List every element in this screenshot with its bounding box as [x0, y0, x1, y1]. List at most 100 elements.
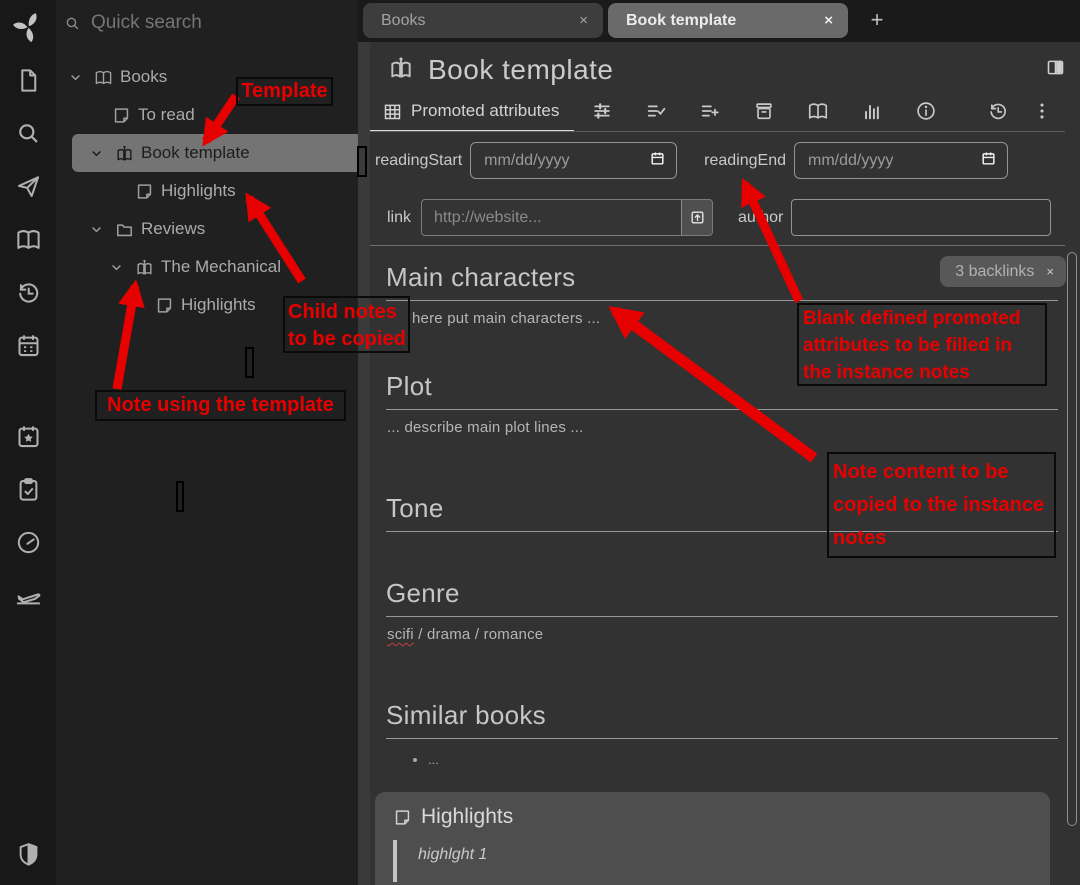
- tree-item-book-template[interactable]: Book template: [72, 134, 362, 172]
- author-text-field[interactable]: [791, 199, 1051, 236]
- url-placeholder: http://website...: [422, 200, 681, 235]
- similar-books-list[interactable]: ...: [386, 751, 1064, 769]
- note-map-icon[interactable]: [0, 213, 56, 266]
- section-heading-tone[interactable]: Tone: [386, 493, 1058, 532]
- chevron-down-icon[interactable]: [85, 222, 107, 237]
- calendar-picker-icon[interactable]: [649, 150, 666, 172]
- note-title[interactable]: Book template: [428, 54, 1031, 86]
- note-header: Book template: [370, 42, 1080, 88]
- calendar-icon[interactable]: [0, 319, 56, 372]
- section-heading-similar-books[interactable]: Similar books: [386, 700, 1058, 739]
- tab-label: Books: [381, 12, 576, 30]
- trilium-logo: [0, 0, 56, 54]
- ribbon-tab-label: Promoted attributes: [411, 101, 559, 121]
- folder-icon: [111, 220, 137, 239]
- template-icon: [131, 258, 157, 277]
- tree-item-label: Highlights: [161, 181, 236, 201]
- tree-item-books[interactable]: Books: [56, 58, 358, 96]
- list-item[interactable]: ...: [428, 751, 1064, 769]
- tab-books[interactable]: Books ×: [363, 3, 603, 38]
- tasks-clipboard-icon[interactable]: [0, 463, 56, 516]
- close-icon[interactable]: ×: [821, 12, 836, 29]
- tree-item-highlights-2[interactable]: Highlights: [56, 286, 358, 324]
- scrollbar-thumb[interactable]: [1067, 252, 1077, 826]
- tree-item-the-mechanical[interactable]: The Mechanical *: [56, 248, 358, 286]
- recent-changes-icon[interactable]: [0, 266, 56, 319]
- new-note-icon[interactable]: [0, 54, 56, 107]
- template-icon: [388, 55, 414, 86]
- tree-item-highlights[interactable]: Highlights: [56, 172, 358, 210]
- tab-label: Book template: [626, 12, 821, 30]
- section-body-genre[interactable]: scifi / drama / romance: [387, 626, 1064, 643]
- tab-bar: Books × Book template × +: [358, 0, 1080, 42]
- blockquote[interactable]: highlght 1: [393, 840, 1032, 882]
- sliders-icon[interactable]: [591, 100, 613, 122]
- search-icon[interactable]: [0, 107, 56, 160]
- backlinks-label: 3 backlinks: [955, 263, 1034, 281]
- quick-search-icon: [64, 15, 81, 32]
- info-icon[interactable]: [915, 100, 937, 122]
- attr-label-link: link: [387, 209, 411, 227]
- note-icon: [108, 106, 134, 125]
- quick-search[interactable]: [56, 0, 358, 46]
- split-pane-icon[interactable]: [1045, 57, 1066, 83]
- protected-session-shield-icon[interactable]: [0, 828, 56, 881]
- close-icon[interactable]: ×: [576, 12, 591, 29]
- ribbon-tab-promoted-attributes[interactable]: Promoted attributes: [382, 101, 559, 122]
- trilium-app-window: Books To read Book template Highlights R…: [0, 0, 1080, 885]
- date-placeholder: mm/dd/yyyy: [484, 152, 569, 170]
- list-check-icon[interactable]: [645, 100, 667, 122]
- dashboard-icon[interactable]: [0, 516, 56, 569]
- link-url-field[interactable]: http://website...: [421, 199, 713, 236]
- tree-item-reviews[interactable]: Reviews: [56, 210, 358, 248]
- reading-end-date-field[interactable]: mm/dd/yyyy: [794, 142, 1008, 179]
- tree-item-to-read[interactable]: To read: [56, 96, 358, 134]
- table-grid-icon: [382, 101, 403, 122]
- close-icon[interactable]: ×: [1046, 264, 1054, 279]
- history-icon[interactable]: [987, 100, 1009, 122]
- launcher-bar: [0, 0, 56, 885]
- calendar-star-icon[interactable]: [0, 410, 56, 463]
- chevron-down-icon[interactable]: [85, 146, 107, 161]
- book-open-icon: [90, 68, 116, 87]
- note-icon: [393, 808, 412, 827]
- plane-takeoff-icon[interactable]: [0, 569, 56, 622]
- calendar-picker-icon[interactable]: [980, 150, 997, 172]
- jump-to-note-icon[interactable]: [0, 160, 56, 213]
- kebab-menu-icon[interactable]: [1031, 100, 1053, 122]
- open-link-button[interactable]: [681, 200, 712, 235]
- note-icon: [131, 182, 157, 201]
- section-body-plot[interactable]: ... describe main plot lines ...: [387, 419, 1064, 436]
- note-detail-pane: Book template Promoted attributes: [370, 42, 1080, 885]
- note-icon: [151, 296, 177, 315]
- child-note-title[interactable]: Highlights: [421, 805, 513, 829]
- child-note-card-highlights[interactable]: Highlights highlght 1: [375, 792, 1050, 885]
- quick-search-input[interactable]: [91, 12, 321, 34]
- note-content-editor[interactable]: Main characters here put main characters…: [370, 262, 1080, 769]
- attr-label-author: author: [738, 209, 783, 227]
- spellcheck-word[interactable]: scifi: [387, 626, 414, 643]
- section-body-main-characters[interactable]: here put main characters ...: [412, 310, 1064, 327]
- tree-item-label: The Mechanical *: [161, 257, 292, 277]
- bar-chart-icon[interactable]: [861, 100, 883, 122]
- main-area: Books × Book template × + Book template: [358, 0, 1080, 885]
- attrs-divider: [370, 245, 1065, 246]
- blockquote-text[interactable]: highlght 1: [418, 840, 487, 882]
- chevron-down-icon[interactable]: [105, 260, 127, 275]
- list-plus-icon[interactable]: [699, 100, 721, 122]
- tab-book-template[interactable]: Book template ×: [608, 3, 848, 38]
- tree-item-label: Reviews: [141, 219, 205, 239]
- tree-item-label: Books: [120, 67, 167, 87]
- backlinks-badge[interactable]: 3 backlinks ×: [940, 256, 1066, 287]
- reading-start-date-field[interactable]: mm/dd/yyyy: [470, 142, 677, 179]
- section-heading-plot[interactable]: Plot: [386, 371, 1058, 410]
- template-icon: [111, 144, 137, 163]
- date-placeholder: mm/dd/yyyy: [808, 152, 893, 170]
- book-map-icon[interactable]: [807, 100, 829, 122]
- section-heading-genre[interactable]: Genre: [386, 578, 1058, 617]
- note-tree: Books To read Book template Highlights R…: [56, 58, 358, 324]
- archive-icon[interactable]: [753, 100, 775, 122]
- new-tab-button[interactable]: +: [863, 6, 891, 34]
- pane-splitter[interactable]: [358, 42, 370, 885]
- chevron-down-icon[interactable]: [64, 70, 86, 85]
